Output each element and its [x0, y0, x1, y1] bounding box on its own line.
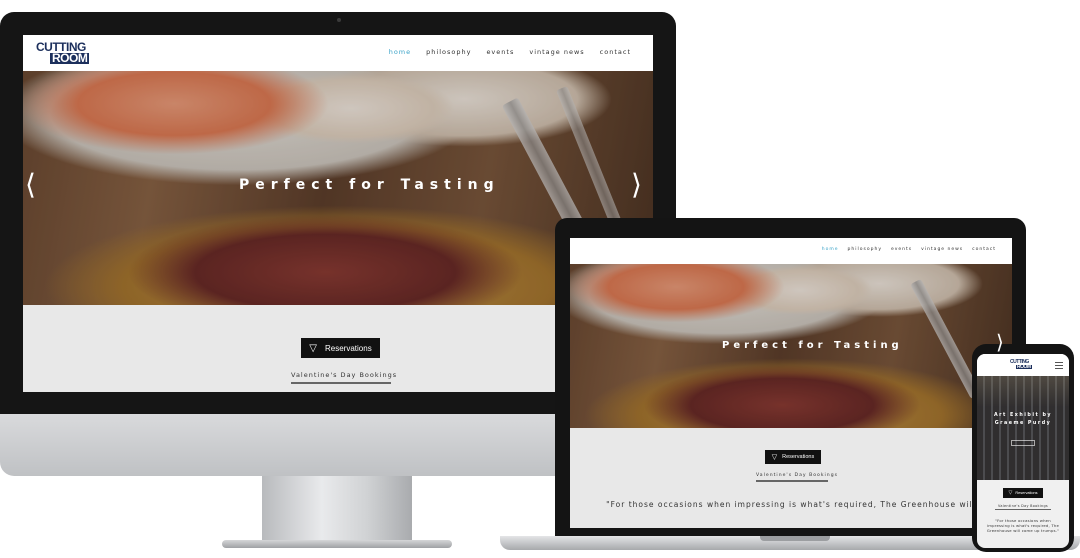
- mobile-hero-slider: Art Exhibit by Graeme Purdy: [977, 376, 1069, 480]
- laptop-chevron-right-icon[interactable]: ⟩: [996, 332, 1004, 352]
- mobile-logo-text-line2: ROOM: [1016, 363, 1032, 370]
- nav-philosophy[interactable]: philosophy: [426, 48, 471, 56]
- imac-foot: [222, 540, 452, 548]
- laptop-reservations-label: Reservations: [782, 454, 815, 460]
- laptop-reservations-icon: ▽: [771, 453, 778, 461]
- mobile-testimonial-quote: "For those occasions when impressing is …: [986, 518, 1060, 534]
- hero-slogan: Perfect for Tasting: [239, 177, 500, 193]
- laptop-valentines-bookings-link[interactable]: Valentine's Day Bookings: [756, 473, 837, 482]
- laptop-nav-contact[interactable]: contact: [972, 247, 996, 252]
- laptop-notch: [760, 536, 830, 541]
- laptop-reservations-button[interactable]: ▽ Reservations: [765, 450, 821, 464]
- laptop-hero-slogan: Perfect for Tasting: [722, 340, 903, 351]
- main-nav: home philosophy events vintage news cont…: [389, 48, 631, 56]
- valentines-bookings-link[interactable]: Valentine's Day Bookings: [291, 371, 396, 384]
- nav-events[interactable]: events: [486, 48, 514, 56]
- nav-home[interactable]: home: [389, 48, 411, 56]
- reservations-icon: ▽: [309, 342, 317, 354]
- mobile-site-header: CUTTING ROOM: [977, 354, 1069, 376]
- imac-stand: [262, 476, 412, 542]
- laptop-site-header: home philosophy events vintage news cont…: [570, 238, 1012, 264]
- reservations-label: Reservations: [325, 343, 372, 353]
- site-header: CUTTING ROOM home philosophy events vint…: [23, 35, 653, 71]
- mobile-hero-slogan: Art Exhibit by Graeme Purdy: [993, 413, 1053, 426]
- phone-notch: [1005, 346, 1041, 353]
- laptop-nav-philosophy[interactable]: philosophy: [848, 247, 882, 252]
- nav-contact[interactable]: contact: [600, 48, 631, 56]
- mobile-website: CUTTING ROOM Art Exhibit by Graeme Purdy…: [977, 354, 1069, 548]
- imac-camera: [337, 18, 341, 22]
- mobile-read-more-button[interactable]: [1011, 440, 1035, 446]
- laptop-hero-slider: Perfect for Tasting ⟩: [570, 264, 1012, 428]
- site-logo[interactable]: CUTTING ROOM: [36, 41, 90, 65]
- laptop-nav-home[interactable]: home: [822, 247, 839, 252]
- responsive-mockup: CUTTING ROOM home philosophy events vint…: [0, 0, 1080, 558]
- chevron-left-icon[interactable]: ⟨: [25, 171, 36, 199]
- laptop-website: home philosophy events vintage news cont…: [570, 238, 1012, 528]
- laptop-nav-events[interactable]: events: [891, 247, 912, 252]
- mobile-reservations-icon: ▽: [1008, 490, 1013, 496]
- reservations-button[interactable]: ▽ Reservations: [301, 338, 380, 358]
- nav-vintage-news[interactable]: vintage news: [529, 48, 584, 56]
- mobile-site-logo[interactable]: CUTTING ROOM: [1010, 360, 1032, 369]
- mobile-reservations-label: Reservations: [1015, 491, 1038, 495]
- laptop-main-nav: home philosophy events vintage news cont…: [822, 247, 996, 252]
- mobile-valentines-bookings-link[interactable]: Valentine's Day Bookings: [995, 504, 1051, 510]
- chevron-right-icon[interactable]: ⟩: [631, 171, 642, 199]
- laptop-testimonial-quote: "For those occasions when impressing is …: [606, 500, 976, 509]
- mobile-reservations-button[interactable]: ▽ Reservations: [1003, 488, 1043, 498]
- hamburger-menu-icon[interactable]: [1055, 362, 1063, 369]
- logo-text-line2: ROOM: [50, 50, 90, 65]
- laptop-nav-vintage-news[interactable]: vintage news: [921, 247, 963, 252]
